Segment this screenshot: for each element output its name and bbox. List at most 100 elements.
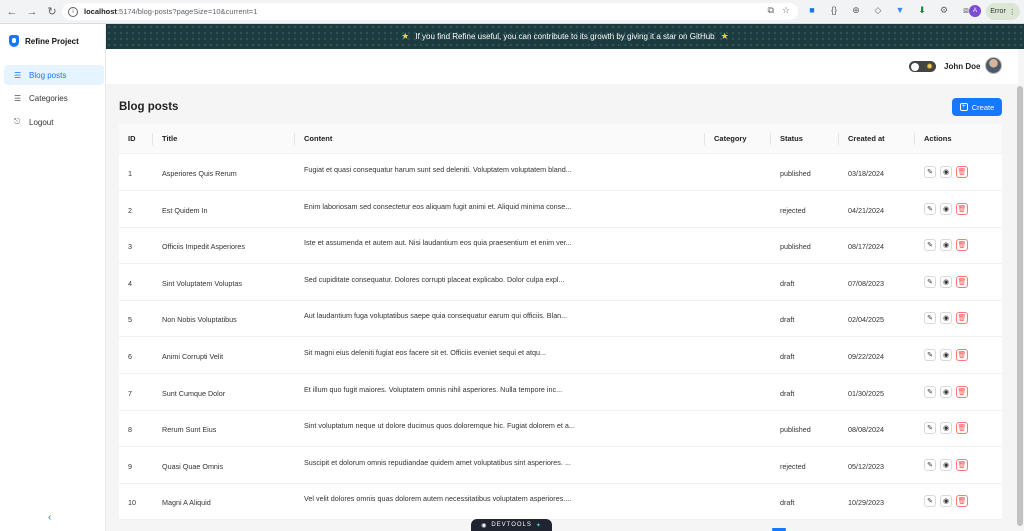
bookmark-star-icon[interactable]: ☆ [782,5,790,16]
sidebar-item-blog-posts[interactable]: ☰ Blog posts [4,65,104,85]
extension-icon[interactable]: ⬇ [916,4,928,16]
row-actions: ✎ ◉ 🗑 [924,275,968,288]
cell-id: 4 [128,278,132,288]
devtools-button[interactable]: ◉ DEVTOOLS ✦ [471,519,552,531]
extension-icon[interactable]: {} [828,4,840,16]
cell-status: rejected [780,205,806,215]
column-header-category[interactable]: Category [714,124,747,154]
column-header-title[interactable]: Title [162,124,177,154]
cell-created-at: 07/08/2023 [848,278,884,288]
table-row: 5 Non Nobis Voluptatibus Aut laudantium fu… [119,300,1002,338]
delete-icon[interactable]: 🗑 [956,312,968,325]
star-icon: ★ [401,31,410,41]
delete-icon[interactable]: 🗑 [956,422,968,435]
row-actions: ✎ ◉ 🗑 [924,349,968,361]
extension-icon[interactable]: ■ [806,4,818,16]
eye-icon[interactable]: ◉ [940,495,952,508]
theme-toggle[interactable]: ✹ [909,61,936,72]
edit-icon[interactable]: ✎ [924,385,936,398]
refine-logo-icon [9,35,19,47]
column-header-created-at[interactable]: Created at [848,124,885,154]
scrollbar-thumb[interactable] [1017,86,1023,526]
reload-icon[interactable]: ↻ [44,4,60,20]
edit-icon[interactable]: ✎ [924,458,936,471]
column-header-content[interactable]: Content [304,124,332,154]
cell-content: Sit magni eius deleniti fugiat eos facer… [304,348,546,357]
eye-icon[interactable]: ◉ [940,349,952,361]
cell-id: 5 [128,315,132,325]
user-avatar[interactable] [985,57,1002,74]
cell-id: 3 [128,242,132,252]
delete-icon[interactable]: 🗑 [956,385,968,398]
sun-icon: ✹ [926,62,933,71]
edit-icon[interactable]: ✎ [924,239,936,252]
collapse-sidebar-icon[interactable]: ‹ [48,512,51,523]
table-row: 6 Animi Corrupti Velit Sit magni eius dele… [119,337,1002,374]
column-header-id[interactable]: ID [128,124,136,154]
delete-icon[interactable]: 🗑 [956,166,968,178]
table-row: 10 Magni A Aliquid Vel velit dolores omnis… [119,483,1002,521]
delete-icon[interactable]: 🗑 [956,239,968,252]
page-title: Blog posts [119,101,179,113]
site-info-icon[interactable]: i [68,6,78,17]
extension-icon[interactable]: ⚙ [938,4,950,16]
column-divider [294,133,295,145]
kebab-menu-icon: ⋮ [1008,8,1016,16]
page-scrollbar[interactable] [1016,84,1024,531]
extension-icon[interactable]: ▼ [894,4,906,16]
row-actions: ✎ ◉ 🗑 [924,239,968,252]
sidebar-item-categories[interactable]: ☰ Categories [4,88,104,108]
column-header-status[interactable]: Status [780,124,803,154]
github-star-banner[interactable]: ★ If you find Refine useful, you can con… [106,24,1024,49]
column-divider [152,133,153,145]
delete-icon[interactable]: 🗑 [956,495,968,508]
error-label: Error [990,8,1006,15]
edit-icon[interactable]: ✎ [924,422,936,435]
cell-created-at: 01/30/2025 [848,388,884,398]
delete-icon[interactable]: 🗑 [956,275,968,288]
error-button[interactable]: Error ⋮ [986,3,1020,20]
brand[interactable]: Refine Project [0,24,105,58]
table-row: 3 Officiis Impedit Asperiores Iste et assu… [119,227,1002,265]
edit-icon[interactable]: ✎ [924,202,936,215]
cell-content: Sed cupiditate consequatur. Dolores corr… [304,274,565,284]
sidebar-item-label: Blog posts [29,70,67,80]
sparkle-icon: ✦ [535,522,542,529]
row-actions: ✎ ◉ 🗑 [924,385,968,398]
edit-icon[interactable]: ✎ [924,312,936,325]
banner-text: If you find Refine useful, you can contr… [415,32,715,41]
translate-icon[interactable]: ⧉ [767,5,773,16]
eye-icon[interactable]: ◉ [940,202,952,215]
forward-icon[interactable]: → [24,4,40,20]
address-bar[interactable]: i localhost:5174/blog-posts?pageSize=10&… [62,3,798,20]
eye-icon[interactable]: ◉ [940,166,952,178]
edit-icon[interactable]: ✎ [924,166,936,178]
back-icon[interactable]: ← [4,4,20,20]
create-button[interactable]: + Create [952,98,1002,116]
delete-icon[interactable]: 🗑 [956,458,968,471]
extension-icon[interactable]: ◇ [872,4,884,16]
cell-status: published [780,169,811,178]
cell-created-at: 09/22/2024 [848,352,884,361]
cell-title: Non Nobis Voluptatibus [162,315,237,325]
sidebar-item-logout[interactable]: ⎋ Logout [4,112,104,132]
devtools-label: DEVTOOLS [491,522,532,528]
eye-icon[interactable]: ◉ [940,385,952,398]
delete-icon[interactable]: 🗑 [956,349,968,361]
list-icon: ☰ [14,93,22,103]
edit-icon[interactable]: ✎ [924,275,936,288]
edit-icon[interactable]: ✎ [924,495,936,508]
row-actions: ✎ ◉ 🗑 [924,166,968,178]
cell-content: Suscipit et dolorum omnis repudiandae qu… [304,457,571,467]
eye-icon[interactable]: ◉ [940,312,952,325]
edit-icon[interactable]: ✎ [924,349,936,361]
profile-avatar[interactable]: A [969,5,981,17]
delete-icon[interactable]: 🗑 [956,202,968,215]
extension-icon[interactable]: ⊕ [850,4,862,16]
eye-icon[interactable]: ◉ [940,275,952,288]
cell-title: Officiis Impedit Asperiores [162,242,245,252]
eye-icon[interactable]: ◉ [940,239,952,252]
eye-icon[interactable]: ◉ [940,458,952,471]
cell-status: draft [780,352,795,361]
eye-icon[interactable]: ◉ [940,422,952,435]
